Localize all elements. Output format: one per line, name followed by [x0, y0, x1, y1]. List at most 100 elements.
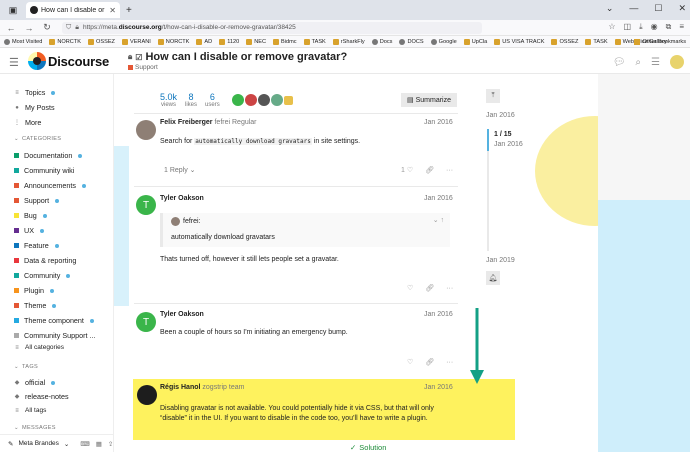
all-categories-link[interactable]: ≡ All categories [14, 344, 64, 351]
bookmark-item[interactable]: OSSEZ [88, 38, 115, 45]
participant-avatar[interactable] [244, 94, 257, 106]
avatar[interactable] [137, 385, 157, 405]
avatar[interactable]: T [136, 312, 156, 332]
other-bookmarks[interactable]: Other Bookmarks [634, 36, 686, 47]
bookmark-item[interactable]: NEC [246, 38, 266, 45]
sidebar-category-item[interactable]: Documentation [14, 151, 83, 160]
messages-heading[interactable]: ⌄ MESSAGES [14, 425, 56, 431]
timeline-start-date[interactable]: Jan 2016 [486, 112, 515, 119]
bookmark-item[interactable]: DOCS [399, 38, 424, 45]
post-date[interactable]: Jan 2016 [424, 195, 453, 202]
link-icon[interactable]: 🔗︎ [425, 166, 434, 174]
bookmark-item[interactable]: Docs [371, 38, 392, 45]
like-icon[interactable]: ♡ [407, 284, 413, 292]
summarize-button[interactable]: ▤ Summarize [401, 93, 457, 107]
sidebar-menu-icon[interactable]: ☰ [651, 57, 660, 68]
close-window-icon[interactable]: ✕ [678, 3, 686, 14]
extensions-icon[interactable]: ⧉ [666, 22, 672, 32]
pocket-icon[interactable]: ◫ [624, 22, 632, 32]
sidebar-category-item[interactable]: Theme component [14, 316, 94, 325]
new-tab-button[interactable]: + [126, 5, 132, 16]
post-author[interactable]: Tyler Oakson [160, 311, 204, 318]
link-icon[interactable]: 🔗︎ [425, 284, 434, 292]
hamburger-menu-icon[interactable]: ☰ [9, 56, 19, 69]
notification-bell-button[interactable]: 🔔︎ [486, 271, 500, 285]
timeline-scroll-handle[interactable] [487, 129, 489, 151]
bookmark-item[interactable]: Most Visited [4, 38, 42, 45]
lock-icon[interactable]: 🔒︎ [75, 24, 79, 32]
post-author[interactable]: Felix Freiberger fefrei Regular [160, 119, 257, 126]
grid-icon[interactable]: ▦ [96, 440, 102, 448]
address-bar[interactable]: ⛉ 🔒︎ https://meta.discourse.org/t/how-ca… [62, 21, 482, 34]
minimize-icon[interactable]: — [629, 3, 638, 14]
sidebar-category-item[interactable]: Bug [14, 211, 47, 220]
link-icon[interactable]: 🔗︎ [425, 358, 434, 366]
sidebar-category-item[interactable]: Community [14, 271, 71, 280]
all-tags-link[interactable]: ≡ All tags [14, 407, 46, 414]
like-count[interactable]: 1 ♡ [401, 166, 413, 174]
quote-expand-icon[interactable]: ⌄ ↑ [433, 216, 444, 224]
jump-to-top-button[interactable]: ⤒ [486, 89, 500, 103]
site-logo[interactable]: Discourse [28, 52, 109, 70]
post-author[interactable]: Régis Hanol zogstrip team [160, 384, 244, 391]
bookmark-item[interactable]: Google [430, 38, 457, 45]
bookmark-item[interactable]: rSharkFly [332, 38, 365, 45]
bookmark-item[interactable]: TASK [303, 38, 326, 45]
bookmark-item[interactable]: Bidmc [273, 38, 297, 45]
sidebar-category-item[interactable]: Theme [14, 301, 57, 310]
bookmark-item[interactable]: US VISA TRACK [494, 38, 544, 45]
sidebar-category-item[interactable]: Support [14, 196, 60, 205]
close-tab-icon[interactable]: ✕ [109, 6, 116, 15]
shield-icon[interactable]: ⛉ [66, 24, 71, 32]
header-topic-title[interactable]: 🔒︎ ☑ How can I disable or remove gravata… [128, 51, 347, 63]
sidebar-category-item[interactable]: UX [14, 226, 44, 235]
sidebar-category-item[interactable]: Plugin [14, 286, 54, 295]
sidebar-item-my-posts[interactable]: ● My Posts [14, 103, 54, 112]
tab-list-icon[interactable]: ▣ [6, 3, 20, 17]
post-author[interactable]: Tyler Oakson [160, 195, 204, 202]
dropdown-chevron-icon[interactable]: ⌄ [64, 440, 69, 448]
sidebar-item-topics[interactable]: ≡ Topics [14, 88, 56, 97]
menu-icon[interactable]: ≡ [679, 22, 684, 32]
account-icon[interactable]: ◉ [651, 22, 658, 32]
user-avatar[interactable] [670, 55, 684, 69]
bookmark-item[interactable]: TASK [585, 38, 608, 45]
maximize-icon[interactable]: ☐ [654, 3, 662, 14]
like-icon[interactable]: ♡ [407, 358, 413, 366]
share-icon[interactable]: ⇪ [108, 440, 113, 448]
participant-avatar[interactable] [270, 94, 283, 106]
bookmark-item[interactable]: 1120 [219, 38, 239, 45]
header-category-badge[interactable]: Support [128, 64, 158, 71]
sidebar-category-item[interactable]: Community wiki [14, 166, 74, 175]
bookmark-item[interactable]: VERANI [121, 38, 151, 45]
sidebar-category-item[interactable]: Announcements [14, 181, 86, 190]
more-actions-icon[interactable]: ··· [446, 285, 453, 292]
sidebar-tag-item[interactable]: ◆ official [14, 378, 56, 387]
sidebar-item-more[interactable]: ⋮ More [14, 118, 41, 127]
download-icon[interactable]: ⤓ [639, 22, 643, 32]
participant-avatar[interactable] [231, 94, 244, 106]
bookmark-item[interactable]: NORCTK [157, 38, 189, 45]
tags-heading[interactable]: ⌄ TAGS [14, 364, 38, 370]
bookmark-item[interactable]: NORCTK [49, 38, 81, 45]
solution-badge[interactable]: ✓ Solution [350, 443, 386, 452]
bookmark-item[interactable]: AD [196, 38, 212, 45]
browser-tab-active[interactable]: How can I disable or remove gr... ✕ [26, 2, 120, 18]
sidebar-category-item[interactable]: Data & reporting [14, 256, 76, 265]
more-actions-icon[interactable]: ··· [446, 359, 453, 366]
badge-icon[interactable] [283, 96, 293, 105]
timeline-end-date[interactable]: Jan 2019 [486, 257, 515, 264]
sidebar-tag-item[interactable]: ◆ release-notes [14, 392, 69, 401]
sidebar-category-item[interactable]: Feature [14, 241, 59, 250]
more-actions-icon[interactable]: ··· [446, 167, 453, 174]
forward-icon[interactable]: → [22, 23, 36, 33]
avatar[interactable] [136, 120, 156, 140]
search-icon[interactable]: ⌕ [635, 57, 641, 68]
bookmark-star-icon[interactable]: ☆ [608, 22, 615, 32]
categories-heading[interactable]: ⌄ CATEGORIES [14, 136, 61, 142]
chat-icon[interactable]: 💬︎ [613, 57, 626, 68]
avatar[interactable]: T [136, 195, 156, 215]
keyboard-icon[interactable]: ⌨ [80, 440, 89, 448]
tab-overflow-icon[interactable]: ⌄ [606, 3, 614, 14]
reload-icon[interactable]: ↻ [40, 22, 54, 33]
